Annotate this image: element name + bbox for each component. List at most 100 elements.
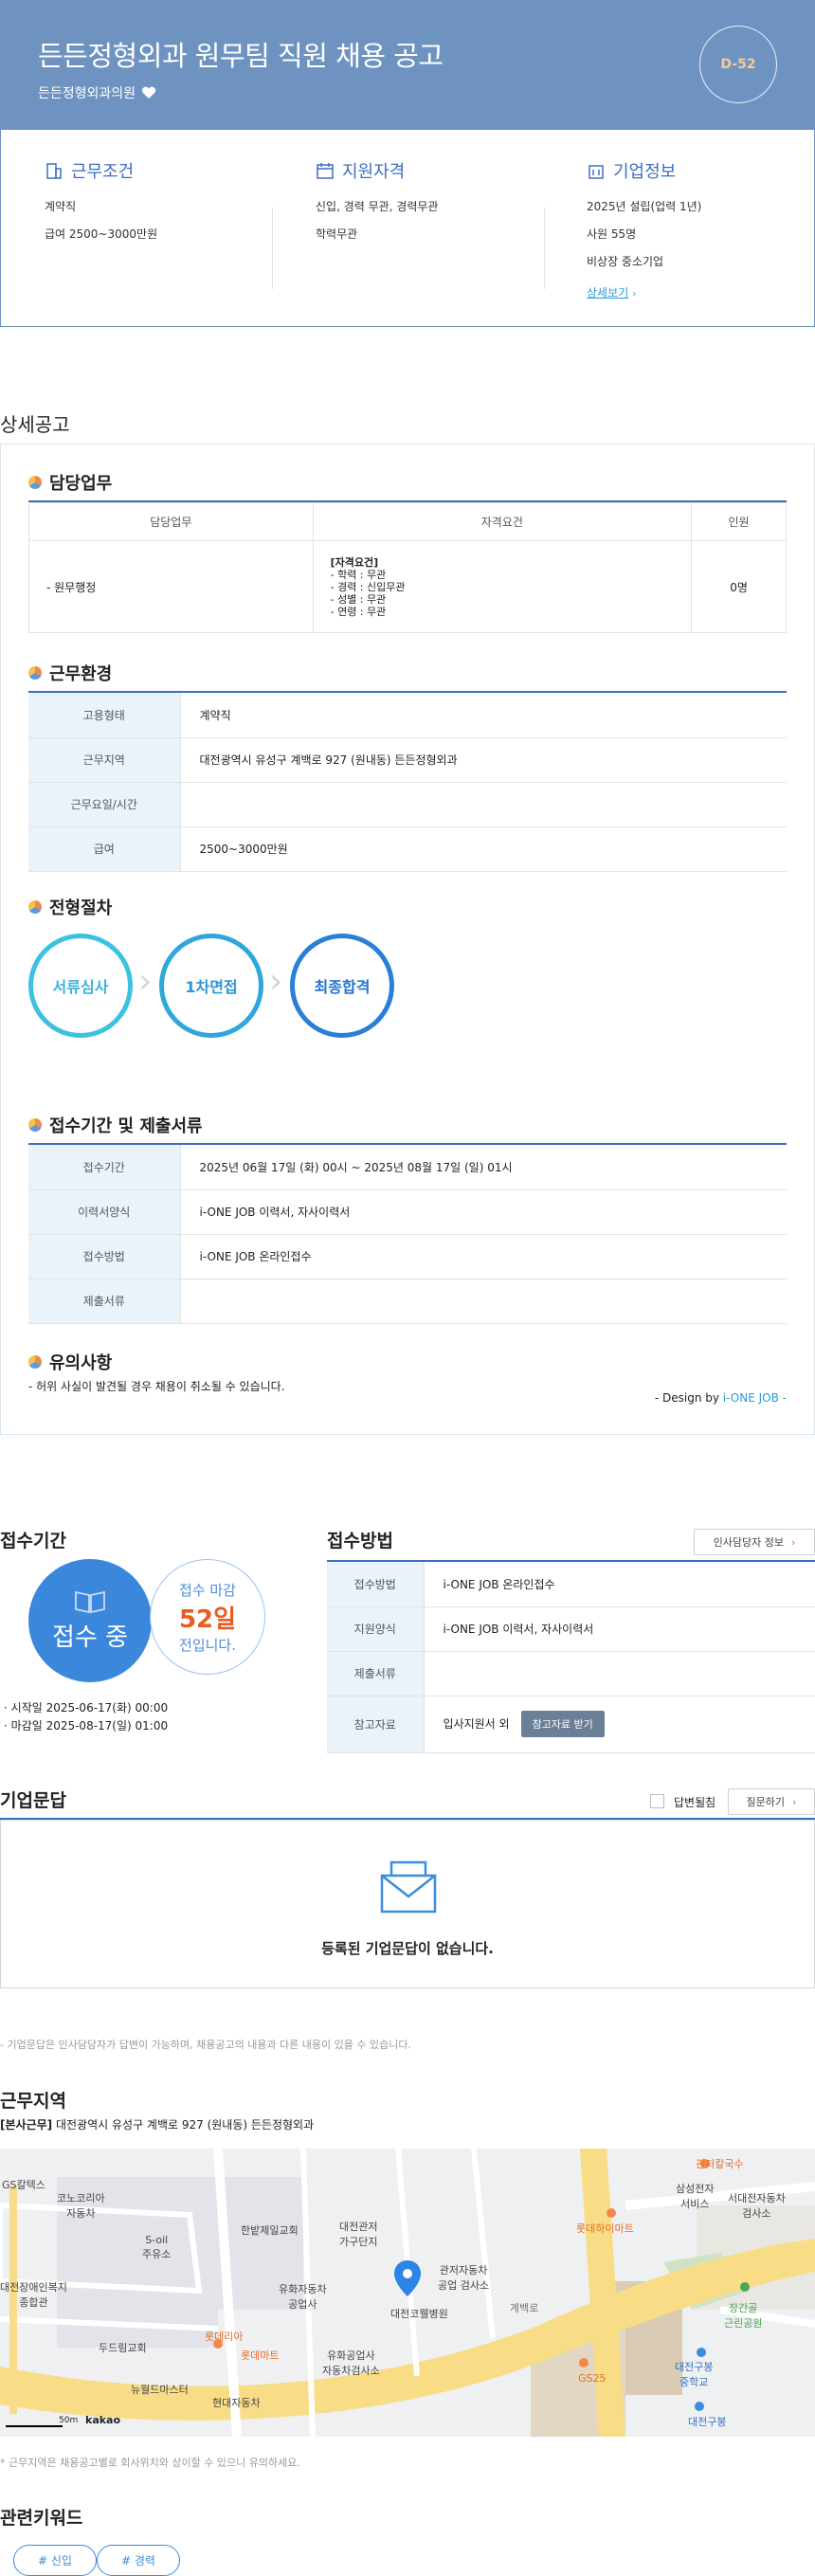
table-row: 이력서양식 i-ONE JOB 이력서, 자사이력서 (28, 1189, 787, 1235)
duty-title: 담당업무 (49, 474, 113, 494)
row-value (180, 782, 787, 827)
table-row: 고용형태 계약직 (28, 693, 787, 738)
row-key: 근무요일/시간 (28, 782, 181, 827)
work-type: 계약직 (45, 200, 77, 213)
company-name-row[interactable]: 든든정형외과의원 (38, 83, 156, 102)
bullet-icon (28, 1118, 42, 1132)
row-key: 접수방법 (28, 1234, 181, 1279)
book-icon (75, 1590, 105, 1613)
row-key: 이력서양식 (28, 1189, 181, 1235)
design-brand: i-ONE JOB (722, 1391, 779, 1405)
duty-heading: 담당업무 (28, 470, 112, 495)
chevron-right-icon: › (790, 1535, 796, 1549)
ref-text: 입사지원서 외 (443, 1717, 510, 1731)
location-map[interactable]: GS칼텍스 관저칼국수 삼성전자 서비스 서대전자동차 검사소 코노코리아 자동… (0, 2149, 815, 2437)
answered-label[interactable]: 답변될침 (674, 1794, 715, 1810)
map-label: 서대전자동차 검사소 (728, 2192, 786, 2220)
row-key: 참고자료 (327, 1696, 425, 1753)
env-table: 고용형태 계약직 근무지역 대전광역시 유성구 계백로 927 (원내동) 든든정형… (28, 693, 787, 872)
period-table: 접수기간 2025년 06월 17일 (화) 00시 ~ 2025년 08월 17… (28, 1145, 787, 1324)
period-heading: 접수기간 및 제출서류 (28, 1113, 203, 1137)
company-detail-row[interactable]: 상세보기 › (587, 284, 701, 300)
status-circle: 접수 중 (28, 1559, 152, 1682)
table-row: 근무요일/시간 (28, 782, 787, 827)
map-label: 롯데리아 (205, 2331, 244, 2343)
row-value (180, 1279, 787, 1324)
map-label: 대전장애인복지 종합관 (0, 2281, 67, 2309)
hr-info-button[interactable]: 인사담당자 정보 › (694, 1529, 815, 1555)
location-address-row: [본사근무] 대전광역시 유성구 계백로 927 (원내동) 든든정형외과 (0, 2116, 314, 2132)
download-button[interactable]: 참고자료 받기 (520, 1711, 605, 1737)
map-label: 한밭제일교회 (241, 2224, 299, 2237)
location-note: * 근무지역은 채용공고별로 회사위치와 상이할 수 있으니 유의하세요. (0, 2457, 300, 2469)
process-step-3: 최종합격 (290, 934, 394, 1038)
answered-checkbox[interactable] (650, 1794, 664, 1808)
map-label: 롯데마트 (241, 2349, 280, 2362)
map-label: 대전구봉 중학교 (675, 2361, 714, 2388)
row-key: 접수방법 (327, 1562, 425, 1607)
calendar-icon (317, 163, 334, 179)
period-title: 접수기간 및 제출서류 (49, 1116, 203, 1136)
qualifications-title: 지원자격 (342, 162, 406, 182)
table-row: 근무지역 대전광역시 유성구 계백로 927 (원내동) 든든정형외과 (28, 737, 787, 783)
req-line: - 성별 : 무관 (330, 592, 387, 606)
divider (544, 208, 545, 289)
chevron-right-icon: › (269, 962, 283, 1001)
hr-info-label: 인사담당자 정보 (713, 1536, 784, 1549)
work-conditions: 근무조건 계약직 급여 2500~3000만원 (45, 158, 157, 253)
count-cell: 0명 (691, 540, 787, 633)
keywords-heading: 관련키워드 (0, 2508, 83, 2529)
start-date: · 시작일 2025-06-17(화) 00:00 (4, 1701, 169, 1714)
map-label: GS칼텍스 (2, 2179, 45, 2191)
dday-badge: D-52 (699, 26, 777, 103)
row-value (424, 1651, 815, 1696)
map-label: 유화공업사 자동차검사소 (322, 2349, 380, 2377)
chevron-right-icon[interactable]: › (632, 289, 636, 299)
company-detail-link[interactable]: 상세보기 (587, 286, 628, 299)
company-info: 기업정보 2025년 설립(업력 1년) 사원 55명 비상장 중소기업 상세보… (587, 158, 701, 300)
job-title: 든든정형외과 원무팀 직원 채용 공고 (38, 40, 444, 72)
bullet-icon (28, 666, 42, 680)
keyword-chip[interactable]: # 경력 (97, 2545, 180, 2576)
row-key: 지원양식 (327, 1606, 425, 1652)
row-key: 제출서류 (28, 1279, 181, 1324)
qa-heading: 기업문답 (0, 1790, 66, 1811)
map-label: 대전구봉 (688, 2416, 727, 2428)
qa-empty-text: 등록된 기업문답이 없습니다. (321, 1940, 494, 1957)
row-value: 계약직 (180, 693, 787, 738)
row-value: i-ONE JOB 온라인접수 (180, 1234, 787, 1279)
table-row: 급여 2500~3000만원 (28, 826, 787, 872)
heart-icon[interactable] (141, 86, 156, 100)
location-address: 대전광역시 유성구 계백로 927 (원내동) 든든정형외과 (55, 2118, 315, 2132)
req-line: - 연령 : 무관 (330, 605, 387, 618)
table-row: 접수방법 i-ONE JOB 온라인접수 (327, 1562, 815, 1607)
map-label: 삼성전자 서비스 (676, 2183, 715, 2210)
map-label: 관저칼국수 (696, 2158, 744, 2170)
env-heading: 근무환경 (28, 661, 112, 685)
qa-empty-box: 등록된 기업문답이 없습니다. (0, 1820, 815, 1988)
location-heading: 근무지역 (0, 2091, 66, 2112)
qualifications: 지원자격 신입, 경력 무관, 경력무관 학력무관 (316, 158, 438, 253)
table-row: 접수기간 2025년 06월 17일 (화) 00시 ~ 2025년 08월 17… (28, 1145, 787, 1190)
apply-method-table: 접수방법 i-ONE JOB 온라인접수 지원양식 i-ONE JOB 이력서, 자… (327, 1562, 815, 1753)
keyword-chip[interactable]: # 신입 (13, 2545, 97, 2576)
notice-heading: 유의사항 (28, 1350, 112, 1374)
kakao-logo: kakao (85, 2414, 121, 2426)
row-value: i-ONE JOB 이력서, 자사이력서 (424, 1606, 815, 1652)
company-employees: 사원 55명 (587, 227, 637, 241)
map-label: 롯데하이마트 (576, 2222, 634, 2235)
map-label: S-oil 주유소 (142, 2234, 172, 2260)
ask-question-button[interactable]: 질문하기 › (728, 1788, 815, 1815)
company-name[interactable]: 든든정형외과의원 (38, 83, 136, 102)
map-label: 대전코웰병원 (390, 2308, 448, 2320)
map-label: 코노코리아 자동차 (57, 2192, 105, 2220)
row-key: 접수기간 (28, 1145, 181, 1190)
work-salary: 급여 2500~3000만원 (45, 227, 158, 241)
table-row: 참고자료 입사지원서 외 참고자료 받기 (327, 1696, 815, 1753)
table-row: 지원양식 i-ONE JOB 이력서, 자사이력서 (327, 1606, 815, 1652)
table-row: 제출서류 (327, 1651, 815, 1696)
deadline-label: 접수 마감 (179, 1581, 236, 1599)
row-value: 대전광역시 유성구 계백로 927 (원내동) 든든정형외과 (180, 737, 787, 783)
row-value: 2500~3000만원 (180, 826, 787, 872)
table-row: 제출서류 (28, 1279, 787, 1324)
